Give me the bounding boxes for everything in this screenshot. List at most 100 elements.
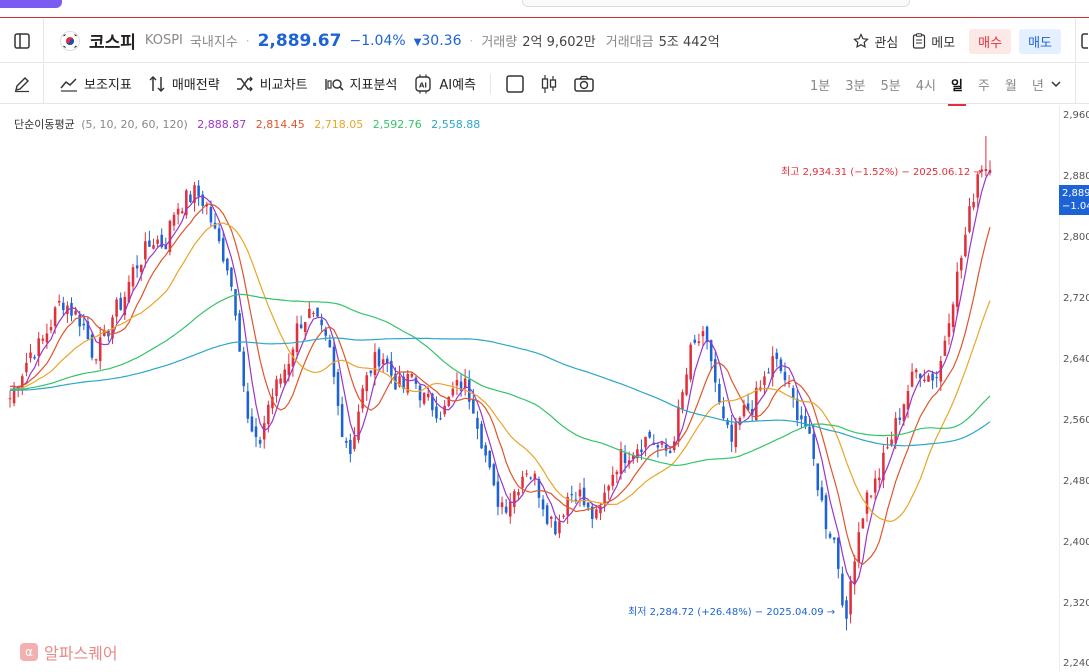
- candle-body: [299, 324, 303, 329]
- candle-body: [623, 453, 627, 464]
- timeframe-1[interactable]: 3분: [845, 75, 865, 94]
- candle-body: [787, 382, 791, 385]
- candle-body: [439, 418, 442, 420]
- chevron-down-icon: [1051, 81, 1061, 88]
- candle-body: [898, 417, 902, 420]
- candle-body: [476, 417, 479, 429]
- y-tick-label: 2,720: [1063, 293, 1089, 305]
- candle-body: [49, 327, 53, 331]
- y-tick-label: 2,480: [1063, 475, 1089, 487]
- candle-body: [29, 352, 32, 359]
- candle-body: [361, 388, 364, 409]
- candle-body: [873, 478, 877, 493]
- volume-label: 거래량: [481, 35, 518, 50]
- candle-body: [927, 375, 930, 382]
- candle-type-button[interactable]: [539, 74, 559, 94]
- sidebar-toggle-button[interactable]: [0, 18, 44, 63]
- browser-top-strip: [0, 0, 1089, 18]
- volume-value: 2억 9,602만: [522, 35, 596, 50]
- strategy-button[interactable]: 매매전략: [148, 74, 220, 93]
- candle-body: [582, 487, 586, 506]
- memo-button[interactable]: 메모: [912, 32, 955, 51]
- app-tab-pill[interactable]: [0, 0, 62, 8]
- brand-name: 알파스퀘어: [44, 644, 118, 663]
- ai-predict-button[interactable]: AI AI예측: [413, 74, 476, 94]
- timeframe-5[interactable]: 주: [978, 75, 990, 94]
- candle-body: [324, 329, 328, 336]
- candle-body: [619, 449, 623, 475]
- candle-body: [221, 238, 225, 262]
- side-panel-toggle[interactable]: [1075, 19, 1089, 63]
- candle-body: [668, 450, 672, 453]
- ai-chip-icon: AI: [415, 74, 432, 93]
- candle-body: [857, 532, 861, 563]
- candle-body: [365, 375, 369, 392]
- y-tick-label: 2,640: [1063, 353, 1089, 365]
- price-chart-canvas[interactable]: [0, 105, 1058, 672]
- amount-label: 거래대금: [605, 35, 654, 50]
- buy-button[interactable]: 매수: [969, 28, 1012, 54]
- candle-body: [353, 436, 356, 450]
- y-tick-label: 2,800: [1063, 232, 1089, 244]
- indicators-button[interactable]: 보조지표: [60, 74, 132, 93]
- y-tick-label: 2,400: [1063, 536, 1089, 548]
- analysis-button[interactable]: 지표분석: [324, 74, 397, 93]
- candle-body: [312, 312, 315, 315]
- timeframe-4[interactable]: 일: [947, 75, 966, 106]
- sell-button[interactable]: 매도: [1019, 28, 1061, 54]
- timeframe-0[interactable]: 1분: [810, 75, 830, 94]
- timeframe-7[interactable]: 년: [1032, 75, 1044, 94]
- candle-body: [521, 476, 524, 488]
- candle-body: [697, 341, 701, 344]
- candle-body: [853, 561, 856, 585]
- candle-body: [57, 300, 61, 303]
- strategy-label: 매매전략: [171, 78, 220, 93]
- candle-body: [508, 501, 512, 517]
- candle-body: [78, 314, 81, 327]
- candle-body: [45, 333, 49, 343]
- candle-body: [25, 362, 28, 373]
- candle-body: [500, 502, 504, 508]
- candle-body: [517, 492, 520, 496]
- candle-body: [914, 369, 918, 373]
- candle-body: [767, 372, 770, 374]
- screenshot-button[interactable]: [573, 75, 595, 93]
- candle-body: [156, 239, 159, 244]
- candle-body: [422, 392, 426, 404]
- candle-body: [955, 271, 959, 307]
- chart-type-box-button[interactable]: [505, 74, 525, 94]
- top-search-bar[interactable]: [522, 0, 910, 7]
- candle-body: [250, 416, 254, 432]
- compare-label: 비교차트: [259, 78, 308, 93]
- candle-body: [283, 369, 286, 383]
- candle-body: [447, 396, 451, 406]
- panel-edge-icon: [1080, 33, 1088, 49]
- candle-body: [783, 371, 787, 381]
- candle-body: [230, 267, 233, 287]
- candle-body: [648, 431, 651, 438]
- timeframe-3[interactable]: 4시: [916, 75, 936, 94]
- candle-body: [139, 264, 143, 272]
- candle-body: [685, 374, 688, 395]
- memo-icon: [913, 33, 926, 49]
- candle-body: [98, 337, 102, 361]
- drawing-tool-button[interactable]: [0, 63, 44, 104]
- candle-body: [308, 308, 311, 319]
- candle-body: [455, 380, 459, 386]
- watch-button[interactable]: 관심: [853, 32, 898, 51]
- candle-body: [267, 404, 270, 425]
- candle-body: [217, 228, 221, 242]
- candle-body: [119, 297, 122, 310]
- candle-body: [349, 439, 352, 455]
- candle-body: [640, 449, 643, 453]
- timeframe-dropdown-button[interactable]: [1050, 64, 1062, 104]
- timeframe-2[interactable]: 5분: [880, 75, 900, 94]
- candle-body: [886, 447, 889, 449]
- candle-body: [488, 451, 492, 468]
- timeframe-6[interactable]: 월: [1005, 75, 1017, 94]
- current-price-tag: 2,889 −1.04: [1059, 185, 1089, 215]
- candle-body: [258, 439, 262, 444]
- candle-body: [742, 405, 746, 417]
- compare-button[interactable]: 비교차트: [236, 74, 308, 93]
- candle-body: [775, 352, 779, 359]
